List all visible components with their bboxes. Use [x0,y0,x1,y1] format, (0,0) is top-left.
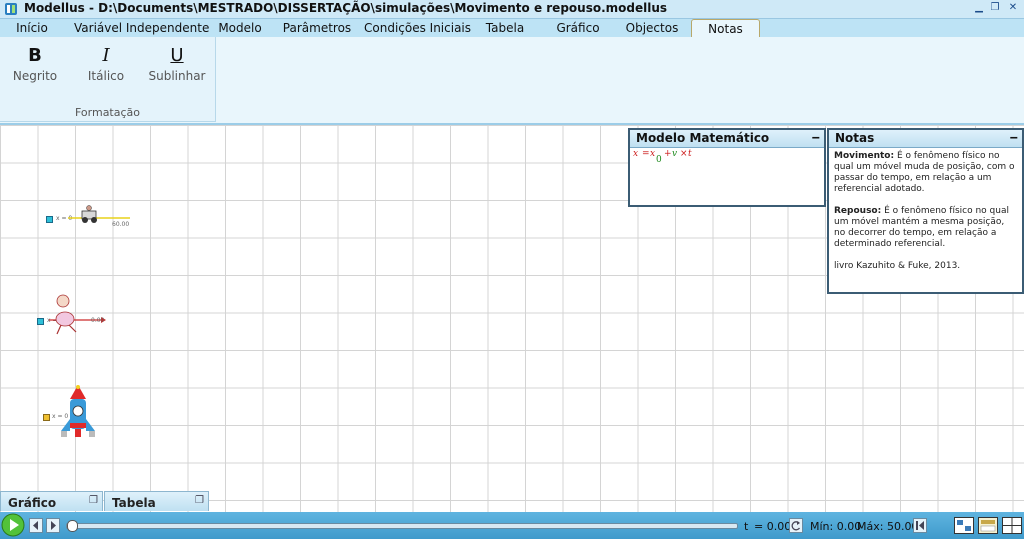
italic-label: Itálico [87,69,125,83]
rocket-anchor-handle[interactable] [43,414,50,421]
notes-movimento-term: Movimento: [834,151,895,161]
eq-v: v [672,149,678,159]
max-label: Máx: 50.00 [857,520,919,533]
time-slider-thumb[interactable] [67,520,78,532]
notes-reference: livro Kazuhito & Fuke, 2013. [834,261,961,271]
formatting-group-label: Formatação [74,106,141,119]
formatting-group: B Negrito I Itálico U Sublinhar Formataç… [0,37,216,122]
tab-tabela[interactable]: Tabela [482,19,528,37]
eq-plus: + [664,149,672,159]
underline-button[interactable]: U Sublinhar [147,43,207,89]
skip-to-end-button[interactable] [913,518,927,533]
eq-x0: x [650,149,656,159]
italic-button[interactable]: I Itálico [76,43,136,89]
notes-paragraph-repouso: Repouso: É o fenômeno físico no qual um … [834,206,1017,250]
tab-condicoes-iniciais[interactable]: Condições Iniciais [364,19,471,37]
notes-paragraph-movimento: Movimento: É o fenômeno físico no qual u… [834,151,1017,195]
eq-times: × [680,149,688,159]
underline-label: Sublinhar [148,69,206,83]
reset-icon[interactable] [789,518,803,533]
notes-panel[interactable]: Notas ‒ Movimento: É o fenômeno físico n… [827,128,1024,294]
notes-repouso-term: Repouso: [834,206,882,216]
runner-anchor-handle[interactable] [37,318,44,325]
time-value: = 0.00 [754,520,792,533]
eq-x: x [633,149,639,159]
app-icon [5,3,17,15]
eq-t: t [688,149,692,159]
min-label: Mín: 0.00 [810,520,862,533]
notes-text-area[interactable]: Movimento: É o fenômeno físico no qual u… [829,148,1022,275]
eq-equals: = [642,149,650,159]
tab-grafico[interactable]: Gráfico [552,19,604,37]
notes-panel-minimize-icon[interactable]: ‒ [1010,130,1018,144]
runner-icon [49,294,106,335]
notes-panel-title: Notas [835,131,875,145]
tab-notas[interactable]: Notas [691,19,760,37]
minimize-window-icon[interactable]: ▁ [972,1,986,15]
ribbon: B Negrito I Itálico U Sublinhar Formataç… [0,37,1024,125]
tab-parametros[interactable]: Parâmetros [282,19,352,37]
window-title: Modellus - D:\Documents\MESTRADO\DISSERT… [24,1,668,15]
step-forward-button[interactable] [46,518,60,533]
eq-subscript-0: 0 [656,155,662,165]
rocket-icon [61,385,95,437]
layout-view-1-icon[interactable] [954,517,974,534]
model-equation[interactable]: x = x 0 + v × t [630,148,824,168]
tab-objectos[interactable]: Objectos [624,19,680,37]
menu-tab-bar: Início Variável Independente Modelo Parâ… [0,19,1024,37]
model-panel-title: Modelo Matemático [636,131,770,145]
layout-view-3-icon[interactable] [1002,517,1022,534]
title-bar: Modellus - D:\Documents\MESTRADO\DISSERT… [0,0,1024,19]
underline-icon: U [170,45,184,66]
restore-window-icon[interactable]: ❐ [988,1,1002,15]
bold-icon: B [28,45,42,66]
tab-modelo[interactable]: Modelo [214,19,266,37]
italic-icon: I [102,45,110,66]
tab-variavel-independente[interactable]: Variável Independente [74,19,209,37]
runner-object[interactable]: x = 0 0.00 [37,293,117,337]
car-value: 60.00 [112,221,130,228]
time-slider[interactable] [66,520,738,532]
graph-restore-icon[interactable]: ❐ [89,495,98,506]
table-tab-label: Tabela [112,496,156,510]
graph-minimized-tab[interactable]: Gráfico ❐ [0,491,103,511]
table-restore-icon[interactable]: ❐ [195,495,204,506]
graph-tab-label: Gráfico [8,496,57,510]
play-button[interactable] [1,513,25,537]
rocket-object[interactable]: x = 0 [43,383,105,443]
bold-button[interactable]: B Negrito [5,43,65,89]
time-variable-label: t [744,520,749,533]
model-panel-minimize-icon[interactable]: ‒ [812,130,820,144]
layout-view-2-icon[interactable] [978,517,998,534]
car-object[interactable]: x = 0 60.00 [46,205,136,229]
bold-label: Negrito [12,69,58,83]
notes-panel-header[interactable]: Notas ‒ [829,130,1022,148]
simulation-canvas[interactable]: x = 0 60.00 x = 0 0.00 x = 0 [0,125,1024,512]
close-window-icon[interactable]: ✕ [1006,1,1020,15]
tab-inicio[interactable]: Início [8,19,56,37]
mathematical-model-panel[interactable]: Modelo Matemático ‒ x = x 0 + v × t [628,128,826,207]
runner-value: 0.00 [91,317,105,324]
step-back-button[interactable] [29,518,43,533]
table-minimized-tab[interactable]: Tabela ❐ [104,491,209,511]
playback-bar: t = 0.00 Mín: 0.00 Máx: 50.00 [0,512,1024,539]
model-panel-header[interactable]: Modelo Matemático ‒ [630,130,824,148]
car-anchor-handle[interactable] [46,216,53,223]
